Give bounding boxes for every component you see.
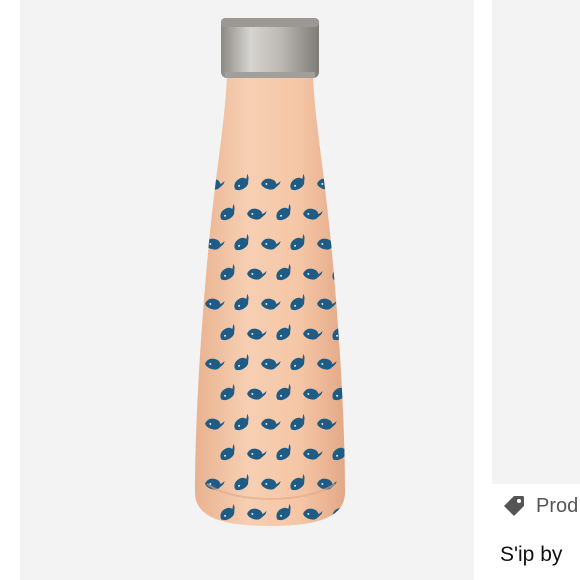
product-title[interactable]: S'ip by bbox=[500, 543, 562, 567]
product-details-panel: Prod S'ip by bbox=[474, 0, 580, 580]
price-tag-icon bbox=[504, 496, 524, 516]
product-image-panel[interactable] bbox=[0, 0, 474, 580]
whale-print bbox=[329, 203, 345, 222]
water-bottle-image bbox=[195, 18, 345, 526]
product-tag-label: Prod bbox=[536, 494, 579, 517]
image-thumbnail-strip[interactable] bbox=[492, 0, 580, 484]
product-tag[interactable]: Prod bbox=[502, 489, 578, 523]
